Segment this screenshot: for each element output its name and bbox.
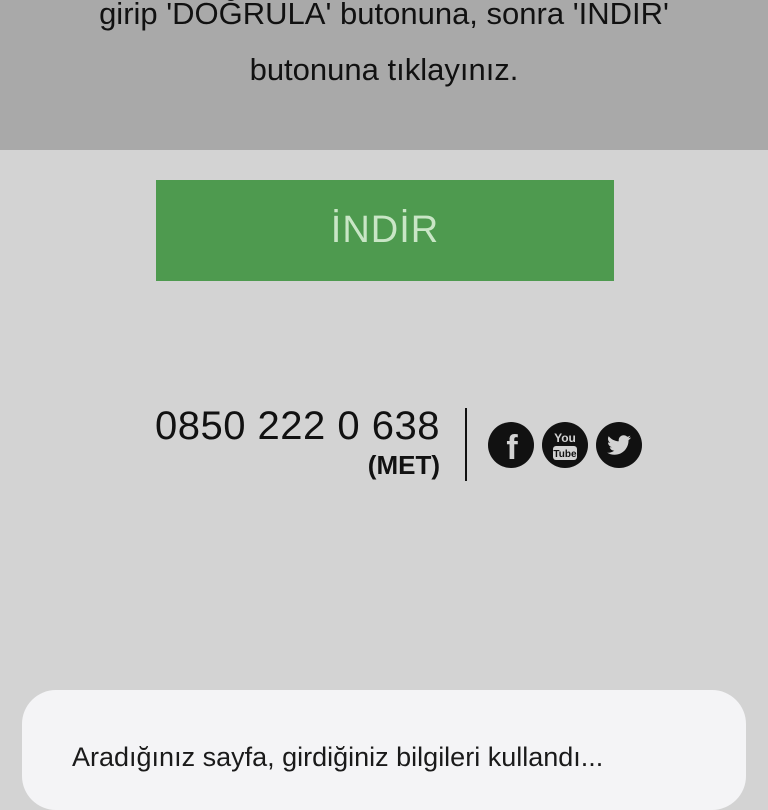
instruction-text: girip 'DOĞRULA' butonuna, sonra 'İNDİR' …	[0, 0, 768, 98]
facebook-glyph: f	[506, 429, 518, 467]
phone-number[interactable]: 0850 222 0 638	[155, 402, 440, 450]
instruction-line-2: butonuna tıklayınız.	[249, 52, 519, 87]
instruction-line-1: girip 'DOĞRULA' butonuna, sonra 'İNDİR'	[99, 0, 669, 31]
facebook-icon[interactable]: f	[488, 422, 534, 468]
youtube-glyph-bottom: Tube	[553, 449, 577, 460]
contact-phone: 0850 222 0 638 (MET)	[155, 402, 440, 480]
youtube-icon[interactable]: You Tube	[542, 422, 588, 468]
instruction-banner: girip 'DOĞRULA' butonuna, sonra 'İNDİR' …	[0, 0, 768, 150]
twitter-icon[interactable]	[596, 422, 642, 468]
social-links: f You Tube	[488, 422, 642, 468]
dialog-message: Aradığınız sayfa, girdiğiniz bilgileri k…	[72, 742, 604, 772]
phone-timezone: (MET)	[367, 450, 440, 480]
contact-divider	[465, 408, 467, 481]
info-dialog: Aradığınız sayfa, girdiğiniz bilgileri k…	[22, 690, 746, 810]
youtube-glyph-top: You	[554, 431, 576, 445]
download-button[interactable]: İNDİR	[156, 180, 614, 281]
